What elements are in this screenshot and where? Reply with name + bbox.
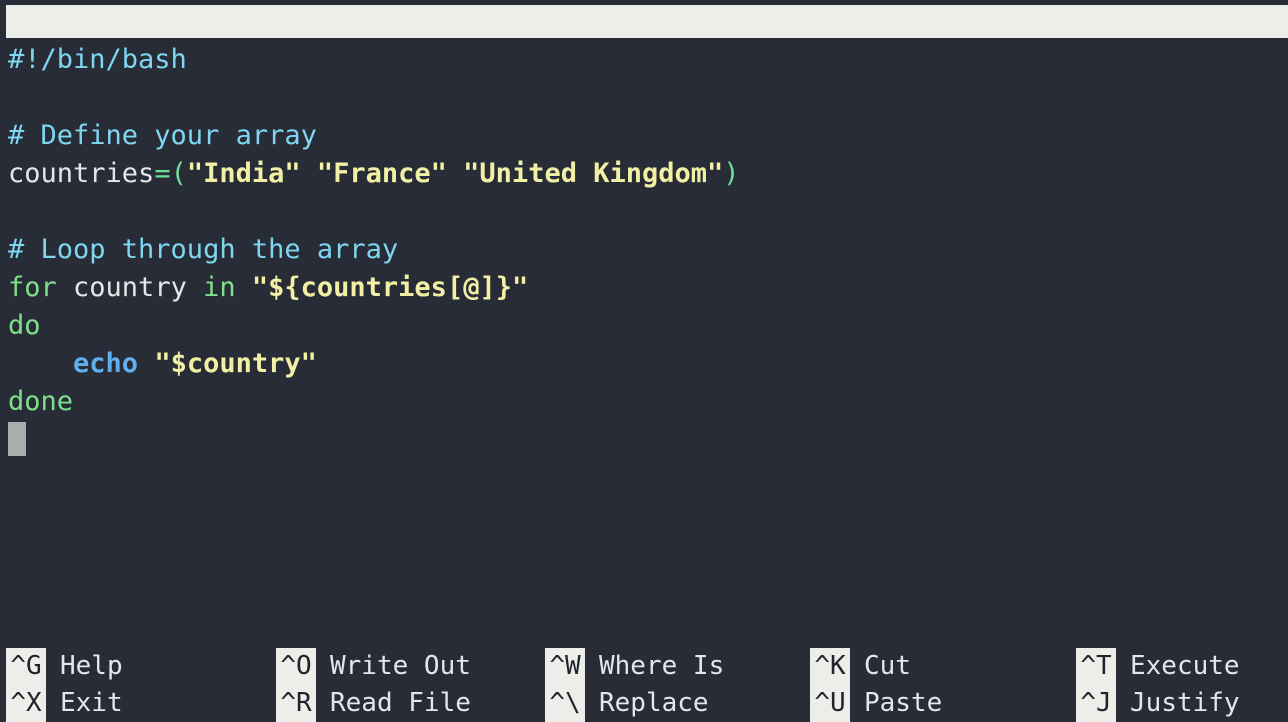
code-token: # Define your array — [8, 120, 317, 151]
shortcut-exit[interactable]: ^X Exit — [6, 685, 272, 722]
code-token: ) — [723, 158, 740, 189]
shortcut-read-file[interactable]: ^R Read File — [276, 685, 542, 722]
shortcut-key-chip: ^O — [276, 648, 316, 685]
code-line[interactable]: echo "$country" — [0, 345, 1288, 383]
code-token: countries — [8, 158, 155, 189]
shortcut-execute[interactable]: ^T Execute — [1076, 648, 1288, 685]
shortcut-label: Exit — [60, 688, 123, 718]
code-line[interactable]: # Loop through the array — [0, 231, 1288, 269]
code-line[interactable]: #!/bin/bash — [0, 41, 1288, 79]
shortcut-where-is[interactable]: ^W Where Is — [545, 648, 811, 685]
code-line[interactable]: for country in "${countries[@]}" — [0, 269, 1288, 307]
shortcut-help[interactable]: ^G Help — [6, 648, 272, 685]
code-line[interactable]: countries=("India" "France" "United King… — [0, 155, 1288, 193]
shortcut-key-chip: ^G — [6, 648, 46, 685]
code-token: #!/bin/bash — [8, 44, 187, 75]
shortcut-key-chip: ^W — [545, 648, 585, 685]
shortcut-label: Cut — [864, 651, 911, 681]
shortcut-bar: ^G Help ^X Exit ^O Write Out ^R Read File ^W Wher… — [0, 648, 1288, 722]
code-line[interactable]: done — [0, 383, 1288, 421]
editor-text-area[interactable]: #!/bin/bash # Define your array countries… — [0, 41, 1288, 641]
shortcut-label: Paste — [864, 688, 943, 718]
shortcut-replace[interactable]: ^\ Replace — [545, 685, 811, 722]
code-token: done — [8, 386, 74, 417]
shortcut-key-chip: ^\ — [545, 685, 585, 722]
code-line[interactable]: # Define your array — [0, 117, 1288, 155]
code-token: "India" "France" "United Kingdom" — [186, 158, 724, 189]
code-token: do — [8, 310, 41, 341]
code-line[interactable] — [0, 79, 1288, 117]
shortcut-label: Read File — [330, 688, 471, 718]
shortcut-key-chip: ^R — [276, 685, 316, 722]
titlebar: GNU nano 6.2 /usr/local/bin/demo.sh * — [6, 5, 1288, 38]
code-token: =( — [154, 158, 187, 189]
code-token: "${countries[@]}" — [251, 272, 529, 303]
shortcut-column: ^O Write Out ^R Read File — [276, 648, 542, 722]
nano-editor-window: GNU nano 6.2 /usr/local/bin/demo.sh * #!… — [0, 0, 1288, 722]
shortcut-label: Write Out — [330, 651, 471, 681]
shortcut-label: Replace — [599, 688, 709, 718]
code-line[interactable] — [0, 193, 1288, 231]
code-line[interactable]: do — [0, 307, 1288, 345]
shortcut-key-chip: ^J — [1076, 685, 1116, 722]
shortcut-label: Execute — [1130, 651, 1240, 681]
shortcut-key-chip: ^T — [1076, 648, 1116, 685]
code-token: in — [203, 272, 236, 303]
shortcut-write-out[interactable]: ^O Write Out — [276, 648, 542, 685]
shortcut-label: Help — [60, 651, 123, 681]
shortcut-cut[interactable]: ^K Cut — [810, 648, 1076, 685]
shortcut-paste[interactable]: ^U Paste — [810, 685, 1076, 722]
code-line[interactable] — [0, 421, 1288, 459]
code-token: echo — [73, 348, 139, 379]
shortcut-column: ^W Where Is ^\ Replace — [545, 648, 811, 722]
shortcut-label: Justify — [1130, 688, 1240, 718]
code-token: "$country" — [154, 348, 317, 379]
code-token: # Loop through the array — [8, 234, 399, 265]
shortcut-key-chip: ^U — [810, 685, 850, 722]
shortcut-label: Where Is — [599, 651, 725, 681]
text-cursor — [8, 422, 26, 456]
shortcut-key-chip: ^X — [6, 685, 46, 722]
shortcut-justify[interactable]: ^J Justify — [1076, 685, 1288, 722]
shortcut-column: ^G Help ^X Exit — [6, 648, 272, 722]
shortcut-column: ^K Cut ^U Paste — [810, 648, 1076, 722]
shortcut-column: ^T Execute ^J Justify — [1076, 648, 1288, 722]
shortcut-key-chip: ^K — [810, 648, 850, 685]
code-token: for — [8, 272, 57, 303]
code-token: country — [56, 272, 204, 303]
